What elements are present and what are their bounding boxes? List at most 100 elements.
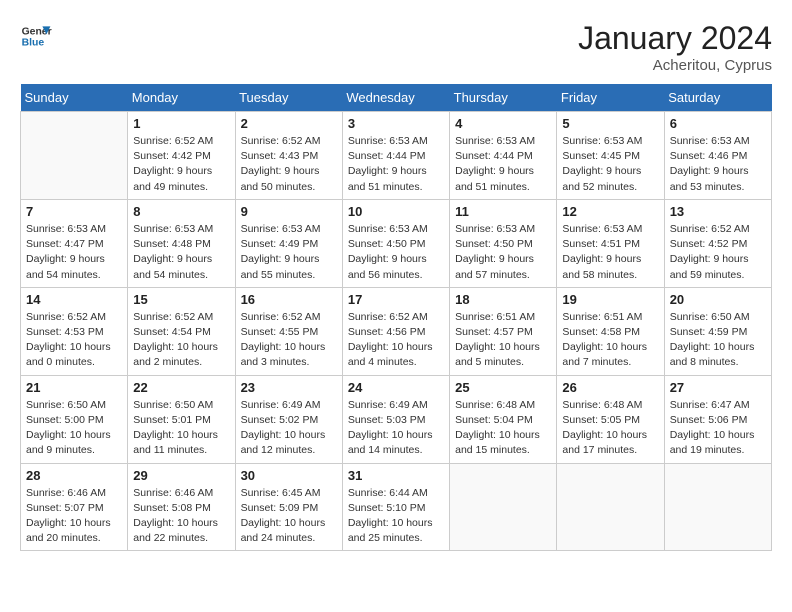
day-number: 18 <box>455 292 551 307</box>
day-number: 10 <box>348 204 444 219</box>
day-number: 24 <box>348 380 444 395</box>
weekday-header-sunday: Sunday <box>21 84 128 112</box>
day-info: Sunrise: 6:53 AM Sunset: 4:50 PM Dayligh… <box>348 222 444 283</box>
day-number: 21 <box>26 380 122 395</box>
day-info: Sunrise: 6:51 AM Sunset: 4:57 PM Dayligh… <box>455 310 551 371</box>
calendar-cell: 15 Sunrise: 6:52 AM Sunset: 4:54 PM Dayli… <box>128 287 235 375</box>
calendar-week-row: 14 Sunrise: 6:52 AM Sunset: 4:53 PM Dayli… <box>21 287 772 375</box>
day-info: Sunrise: 6:53 AM Sunset: 4:46 PM Dayligh… <box>670 134 766 195</box>
day-info: Sunrise: 6:49 AM Sunset: 5:03 PM Dayligh… <box>348 398 444 459</box>
day-info: Sunrise: 6:53 AM Sunset: 4:45 PM Dayligh… <box>562 134 658 195</box>
calendar-cell: 14 Sunrise: 6:52 AM Sunset: 4:53 PM Dayli… <box>21 287 128 375</box>
day-number: 30 <box>241 468 337 483</box>
calendar-table: SundayMondayTuesdayWednesdayThursdayFrid… <box>20 84 772 551</box>
day-number: 28 <box>26 468 122 483</box>
calendar-cell: 30 Sunrise: 6:45 AM Sunset: 5:09 PM Dayli… <box>235 463 342 551</box>
logo-icon: General Blue <box>20 20 52 52</box>
day-number: 15 <box>133 292 229 307</box>
calendar-week-row: 7Sunrise: 6:53 AM Sunset: 4:47 PM Daylig… <box>21 199 772 287</box>
calendar-cell: 25Sunrise: 6:48 AM Sunset: 5:04 PM Dayli… <box>450 375 557 463</box>
day-info: Sunrise: 6:53 AM Sunset: 4:44 PM Dayligh… <box>455 134 551 195</box>
calendar-cell: 3 Sunrise: 6:53 AM Sunset: 4:44 PM Daylig… <box>342 112 449 200</box>
day-number: 17 <box>348 292 444 307</box>
day-number: 9 <box>241 204 337 219</box>
day-info: Sunrise: 6:53 AM Sunset: 4:51 PM Dayligh… <box>562 222 658 283</box>
weekday-header-monday: Monday <box>128 84 235 112</box>
day-info: Sunrise: 6:52 AM Sunset: 4:55 PM Dayligh… <box>241 310 337 371</box>
day-number: 3 <box>348 116 444 131</box>
calendar-cell: 26 Sunrise: 6:48 AM Sunset: 5:05 PM Dayli… <box>557 375 664 463</box>
calendar-week-row: 21 Sunrise: 6:50 AM Sunset: 5:00 PM Dayli… <box>21 375 772 463</box>
day-number: 25 <box>455 380 551 395</box>
calendar-cell: 20 Sunrise: 6:50 AM Sunset: 4:59 PM Dayli… <box>664 287 771 375</box>
calendar-cell: 21 Sunrise: 6:50 AM Sunset: 5:00 PM Dayli… <box>21 375 128 463</box>
day-info: Sunrise: 6:52 AM Sunset: 4:43 PM Dayligh… <box>241 134 337 195</box>
day-info: Sunrise: 6:52 AM Sunset: 4:56 PM Dayligh… <box>348 310 444 371</box>
calendar-cell: 17 Sunrise: 6:52 AM Sunset: 4:56 PM Dayli… <box>342 287 449 375</box>
day-info: Sunrise: 6:53 AM Sunset: 4:47 PM Dayligh… <box>26 222 122 283</box>
day-number: 23 <box>241 380 337 395</box>
weekday-header-tuesday: Tuesday <box>235 84 342 112</box>
day-info: Sunrise: 6:52 AM Sunset: 4:42 PM Dayligh… <box>133 134 229 195</box>
day-info: Sunrise: 6:49 AM Sunset: 5:02 PM Dayligh… <box>241 398 337 459</box>
calendar-cell: 5 Sunrise: 6:53 AM Sunset: 4:45 PM Daylig… <box>557 112 664 200</box>
calendar-cell: 7Sunrise: 6:53 AM Sunset: 4:47 PM Daylig… <box>21 199 128 287</box>
day-number: 22 <box>133 380 229 395</box>
day-number: 4 <box>455 116 551 131</box>
calendar-cell: 19 Sunrise: 6:51 AM Sunset: 4:58 PM Dayli… <box>557 287 664 375</box>
day-number: 2 <box>241 116 337 131</box>
weekday-header-row: SundayMondayTuesdayWednesdayThursdayFrid… <box>21 84 772 112</box>
day-info: Sunrise: 6:53 AM Sunset: 4:48 PM Dayligh… <box>133 222 229 283</box>
day-number: 8 <box>133 204 229 219</box>
weekday-header-wednesday: Wednesday <box>342 84 449 112</box>
calendar-cell: 10 Sunrise: 6:53 AM Sunset: 4:50 PM Dayli… <box>342 199 449 287</box>
day-number: 1 <box>133 116 229 131</box>
calendar-cell: 24 Sunrise: 6:49 AM Sunset: 5:03 PM Dayli… <box>342 375 449 463</box>
calendar-cell: 18 Sunrise: 6:51 AM Sunset: 4:57 PM Dayli… <box>450 287 557 375</box>
calendar-cell: 27Sunrise: 6:47 AM Sunset: 5:06 PM Dayli… <box>664 375 771 463</box>
day-info: Sunrise: 6:51 AM Sunset: 4:58 PM Dayligh… <box>562 310 658 371</box>
day-number: 14 <box>26 292 122 307</box>
calendar-cell: 12 Sunrise: 6:53 AM Sunset: 4:51 PM Dayli… <box>557 199 664 287</box>
day-number: 20 <box>670 292 766 307</box>
day-info: Sunrise: 6:50 AM Sunset: 5:00 PM Dayligh… <box>26 398 122 459</box>
day-number: 12 <box>562 204 658 219</box>
logo: General Blue <box>20 20 52 52</box>
calendar-cell <box>664 463 771 551</box>
day-info: Sunrise: 6:53 AM Sunset: 4:50 PM Dayligh… <box>455 222 551 283</box>
day-number: 26 <box>562 380 658 395</box>
calendar-cell: 11Sunrise: 6:53 AM Sunset: 4:50 PM Dayli… <box>450 199 557 287</box>
day-info: Sunrise: 6:44 AM Sunset: 5:10 PM Dayligh… <box>348 486 444 547</box>
calendar-cell: 4 Sunrise: 6:53 AM Sunset: 4:44 PM Daylig… <box>450 112 557 200</box>
svg-text:Blue: Blue <box>22 38 45 49</box>
calendar-cell: 29Sunrise: 6:46 AM Sunset: 5:08 PM Dayli… <box>128 463 235 551</box>
day-info: Sunrise: 6:48 AM Sunset: 5:05 PM Dayligh… <box>562 398 658 459</box>
calendar-cell: 16 Sunrise: 6:52 AM Sunset: 4:55 PM Dayli… <box>235 287 342 375</box>
weekday-header-saturday: Saturday <box>664 84 771 112</box>
weekday-header-thursday: Thursday <box>450 84 557 112</box>
calendar-cell: 31 Sunrise: 6:44 AM Sunset: 5:10 PM Dayli… <box>342 463 449 551</box>
calendar-cell: 22 Sunrise: 6:50 AM Sunset: 5:01 PM Dayli… <box>128 375 235 463</box>
calendar-cell: 9Sunrise: 6:53 AM Sunset: 4:49 PM Daylig… <box>235 199 342 287</box>
location: Acheritou, Cyprus <box>578 57 772 74</box>
calendar-cell: 1 Sunrise: 6:52 AM Sunset: 4:42 PM Daylig… <box>128 112 235 200</box>
day-info: Sunrise: 6:52 AM Sunset: 4:53 PM Dayligh… <box>26 310 122 371</box>
day-info: Sunrise: 6:50 AM Sunset: 4:59 PM Dayligh… <box>670 310 766 371</box>
day-info: Sunrise: 6:53 AM Sunset: 4:44 PM Dayligh… <box>348 134 444 195</box>
day-info: Sunrise: 6:45 AM Sunset: 5:09 PM Dayligh… <box>241 486 337 547</box>
day-number: 13 <box>670 204 766 219</box>
day-info: Sunrise: 6:50 AM Sunset: 5:01 PM Dayligh… <box>133 398 229 459</box>
day-number: 29 <box>133 468 229 483</box>
day-number: 16 <box>241 292 337 307</box>
day-number: 5 <box>562 116 658 131</box>
calendar-cell <box>21 112 128 200</box>
weekday-header-friday: Friday <box>557 84 664 112</box>
calendar-cell: 23 Sunrise: 6:49 AM Sunset: 5:02 PM Dayli… <box>235 375 342 463</box>
calendar-cell: 2 Sunrise: 6:52 AM Sunset: 4:43 PM Daylig… <box>235 112 342 200</box>
day-number: 19 <box>562 292 658 307</box>
day-number: 27 <box>670 380 766 395</box>
day-number: 31 <box>348 468 444 483</box>
day-info: Sunrise: 6:52 AM Sunset: 4:54 PM Dayligh… <box>133 310 229 371</box>
calendar-cell <box>450 463 557 551</box>
day-info: Sunrise: 6:52 AM Sunset: 4:52 PM Dayligh… <box>670 222 766 283</box>
